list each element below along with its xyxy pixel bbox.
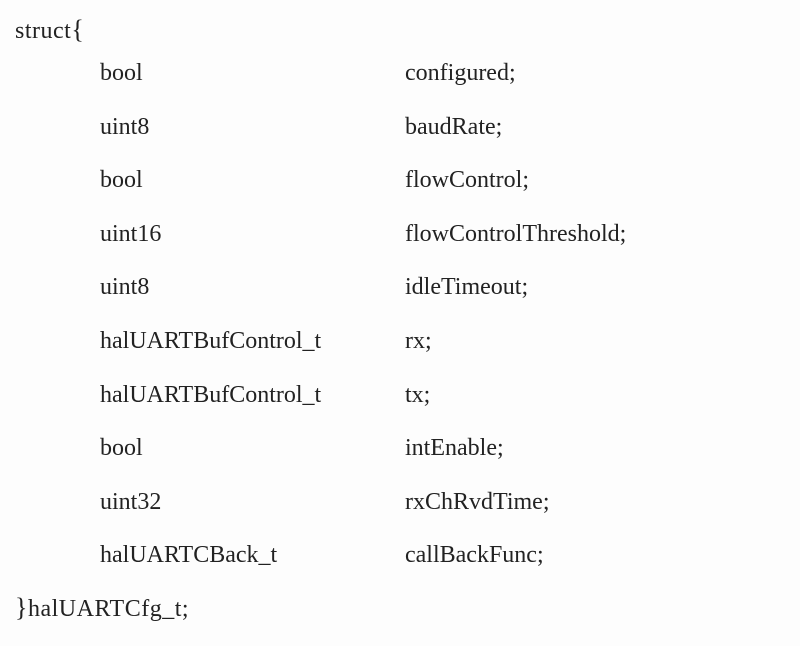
close-brace: } xyxy=(15,593,28,622)
struct-member-row: uint32 rxChRvdTime; xyxy=(100,486,785,520)
member-name: flowControl; xyxy=(405,164,785,198)
struct-member-row: bool configured; xyxy=(100,57,785,91)
member-type: uint16 xyxy=(100,218,405,252)
member-type: bool xyxy=(100,164,405,198)
struct-member-row: halUARTBufControl_t tx; xyxy=(100,379,785,413)
struct-member-row: bool intEnable; xyxy=(100,432,785,466)
struct-member-row: uint8 baudRate; xyxy=(100,111,785,145)
struct-declaration-open: struct{ xyxy=(15,15,785,45)
open-brace: { xyxy=(71,15,84,44)
member-type: bool xyxy=(100,432,405,466)
member-type: bool xyxy=(100,57,405,91)
member-type: halUARTBufControl_t xyxy=(100,379,405,413)
member-name: intEnable; xyxy=(405,432,785,466)
member-name: baudRate; xyxy=(405,111,785,145)
struct-member-row: halUARTBufControl_t rx; xyxy=(100,325,785,359)
struct-keyword: struct xyxy=(15,18,71,44)
member-name: rx; xyxy=(405,325,785,359)
struct-declaration-close: }halUARTCfg_t; xyxy=(15,593,785,623)
member-name: callBackFunc; xyxy=(405,539,785,573)
member-name: idleTimeout; xyxy=(405,271,785,305)
semicolon: ; xyxy=(182,596,189,622)
member-name: tx; xyxy=(405,379,785,413)
struct-member-row: uint8 idleTimeout; xyxy=(100,271,785,305)
member-type: halUARTCBack_t xyxy=(100,539,405,573)
member-name: configured; xyxy=(405,57,785,91)
member-type: uint8 xyxy=(100,111,405,145)
struct-member-row: halUARTCBack_t callBackFunc; xyxy=(100,539,785,573)
typedef-name: halUARTCfg_t xyxy=(28,596,182,622)
member-type: halUARTBufControl_t xyxy=(100,325,405,359)
struct-member-row: bool flowControl; xyxy=(100,164,785,198)
struct-member-row: uint16 flowControlThreshold; xyxy=(100,218,785,252)
member-name: rxChRvdTime; xyxy=(405,486,785,520)
member-name: flowControlThreshold; xyxy=(405,218,785,252)
member-type: uint32 xyxy=(100,486,405,520)
member-type: uint8 xyxy=(100,271,405,305)
